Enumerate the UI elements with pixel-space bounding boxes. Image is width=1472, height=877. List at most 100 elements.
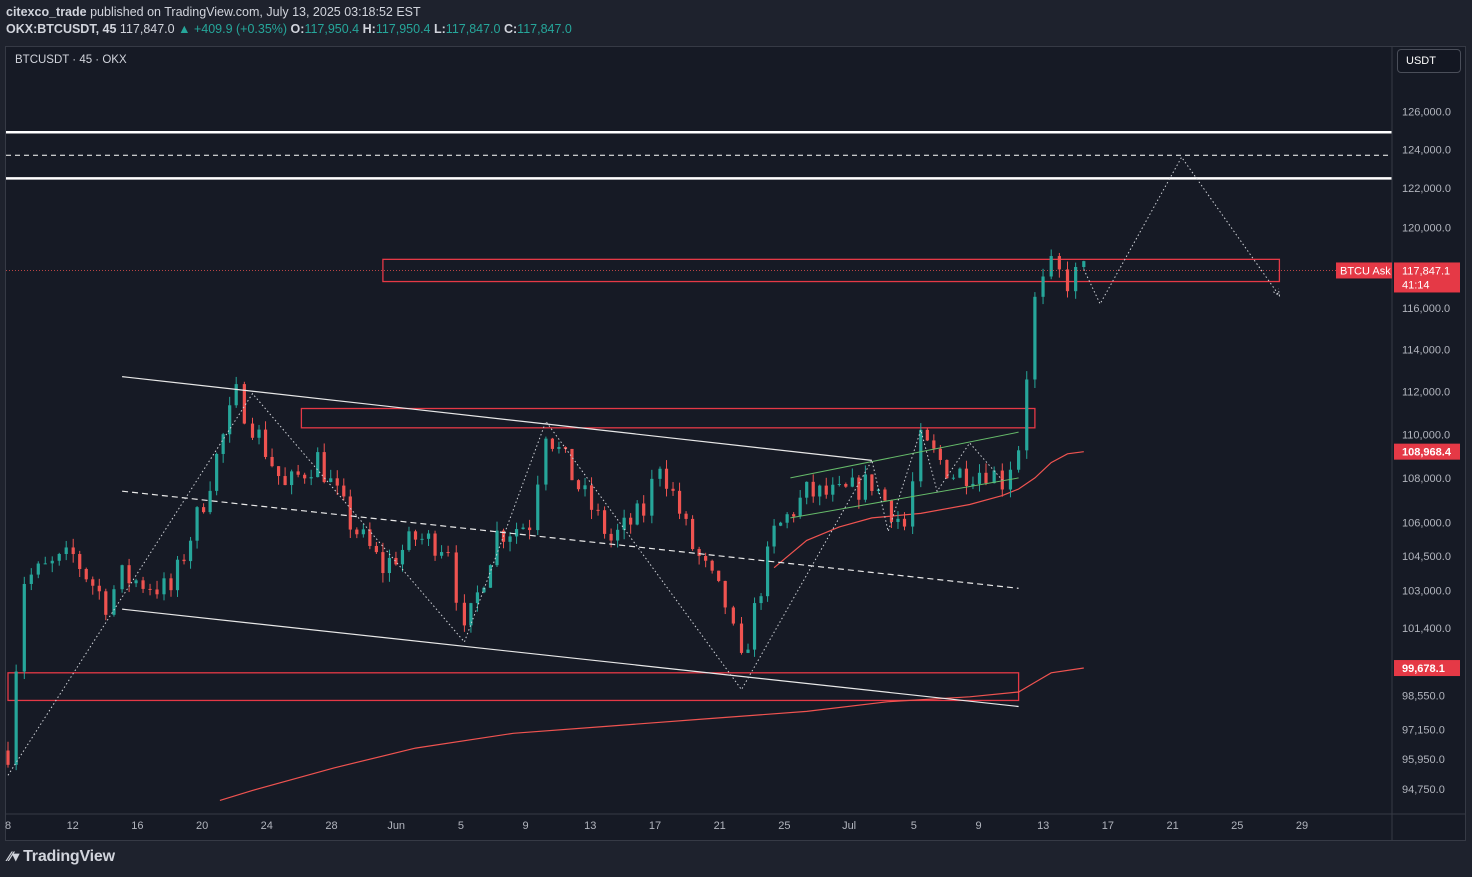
candle-body — [309, 477, 313, 479]
candle-body — [495, 530, 499, 566]
candle-body — [64, 547, 68, 555]
candle-body — [772, 525, 776, 547]
candle-body — [134, 580, 138, 584]
candle-body — [837, 483, 841, 485]
time-tick-label: 9 — [975, 820, 981, 832]
candle-body — [208, 490, 212, 513]
trendline-upper — [122, 376, 872, 461]
ask-price-label: 117,847.1 — [1402, 265, 1450, 277]
candle-body — [342, 485, 346, 497]
candle-body — [925, 429, 929, 441]
candle-body — [276, 466, 281, 477]
candle-body — [818, 485, 822, 497]
time-tick-label: 5 — [911, 820, 917, 832]
candle-body — [433, 533, 437, 556]
price-tick-label: 124,000.0 — [1402, 144, 1451, 156]
candle-body — [664, 468, 669, 489]
candle-body — [528, 527, 532, 531]
candle-body — [283, 476, 287, 486]
trendline-lower — [122, 608, 1019, 708]
plot-layer — [6, 131, 1392, 801]
candle-body — [195, 507, 199, 541]
candle-body — [22, 583, 26, 672]
candle-body — [14, 671, 18, 765]
candle-body — [710, 560, 714, 571]
candle-body — [84, 569, 88, 580]
candle-body — [368, 529, 372, 546]
tradingview-logo[interactable]: ⁄⁄▾ TradingView — [8, 848, 115, 866]
time-tick-label: 17 — [1102, 820, 1114, 832]
price-axis: 126,000.0 124,000.0 122,000.0 120,000.0 116,… — [1336, 47, 1460, 840]
candle-body — [697, 549, 701, 556]
candle-body — [635, 503, 639, 525]
tradingview-logo-text: TradingView — [23, 848, 115, 865]
candle-body — [250, 423, 255, 438]
candle-body — [1065, 269, 1070, 292]
candle-body — [182, 559, 186, 562]
time-tick-label: 29 — [1296, 820, 1308, 832]
candle-body — [127, 565, 131, 584]
candle-body — [739, 623, 744, 653]
candle-body — [844, 483, 848, 487]
candle-body — [684, 513, 688, 519]
time-tick-label: 28 — [325, 820, 337, 832]
candle-body — [112, 589, 116, 615]
currency-button[interactable]: USDT — [1397, 49, 1461, 73]
candle-body — [303, 474, 307, 479]
price-tick-label: 114,000.0 — [1402, 344, 1450, 356]
candle-body — [155, 589, 159, 595]
candle-body — [992, 470, 996, 484]
candle-body — [798, 497, 802, 517]
candle-body — [671, 488, 675, 491]
candle-body — [570, 448, 574, 481]
candle-body — [335, 478, 339, 486]
candle-body — [811, 481, 815, 497]
candle-body — [175, 559, 180, 591]
candle-body — [1033, 296, 1037, 380]
candle-body — [951, 477, 955, 479]
candle-body — [650, 478, 654, 516]
candle-body — [1057, 256, 1061, 270]
candle-body — [381, 552, 385, 574]
candle-body — [883, 489, 887, 501]
candle-body — [596, 509, 600, 511]
candle-body — [857, 477, 861, 500]
chart-title: BTCUSDT · 45 · OKX — [15, 54, 127, 66]
candle-body — [765, 546, 770, 597]
candle-body — [723, 580, 727, 608]
candle-body — [400, 549, 405, 565]
ask-countdown-label: 41:14 — [1402, 279, 1430, 291]
candle-body — [583, 485, 587, 490]
candle-body — [831, 484, 835, 495]
footer — [0, 841, 1472, 877]
candle-body — [622, 517, 626, 530]
candle-body — [374, 545, 378, 553]
candle-body — [446, 552, 450, 554]
price-chart[interactable]: 126,000.0 124,000.0 122,000.0 120,000.0 116,… — [0, 0, 1472, 877]
candle-body — [316, 452, 320, 478]
candle-body — [120, 565, 124, 590]
candle-body — [805, 481, 809, 498]
price-tick-label: 94,750.0 — [1402, 784, 1445, 796]
candle-body — [759, 596, 763, 604]
candle-body — [984, 472, 988, 484]
candle-body — [43, 563, 47, 565]
candle-body — [576, 480, 581, 490]
candle-body — [475, 592, 480, 604]
candle-body — [202, 507, 206, 513]
candle-body — [932, 440, 936, 449]
candle-body — [97, 585, 101, 592]
candle-body — [779, 522, 783, 526]
candle-body — [616, 529, 620, 541]
candle-body — [1025, 379, 1029, 451]
candle-body — [296, 471, 300, 475]
time-tick-label: 21 — [714, 820, 726, 832]
candle-body — [462, 602, 466, 626]
candle-body — [752, 603, 757, 650]
time-tick-label: 13 — [584, 820, 596, 832]
candle-body — [1017, 450, 1021, 470]
candle-body — [104, 591, 108, 615]
candle-body — [420, 538, 424, 540]
moving-average-slow — [219, 667, 1084, 801]
time-tick-label: 5 — [458, 820, 464, 832]
